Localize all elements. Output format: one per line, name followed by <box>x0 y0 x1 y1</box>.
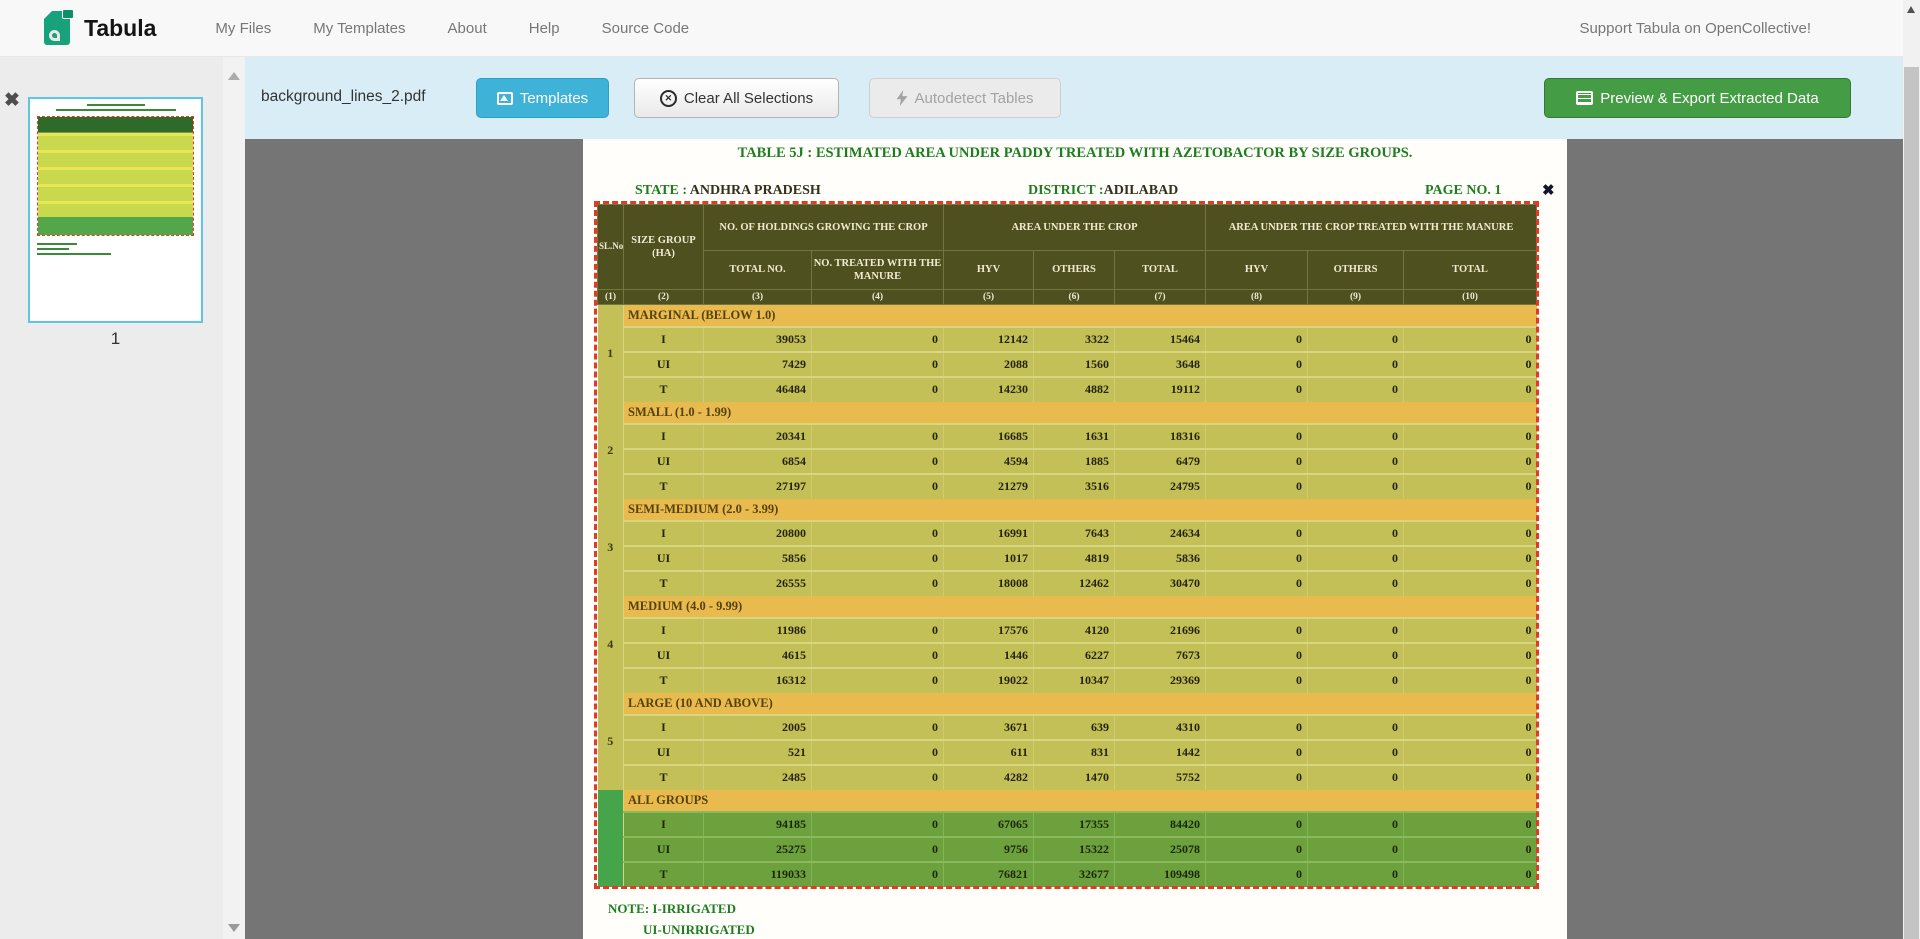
state-value: ANDHRA PRADESH <box>690 183 821 198</box>
scroll-down-icon[interactable] <box>228 924 240 932</box>
thumb-table-footer <box>38 217 193 235</box>
thumb-title-line <box>87 104 145 106</box>
nav-menu: My FilesMy TemplatesAboutHelpSource Code <box>194 0 710 57</box>
remove-selection-icon[interactable]: ✖ <box>1542 181 1555 199</box>
scrollbar-up-icon[interactable] <box>1907 6 1915 13</box>
clear-button-label: Clear All Selections <box>684 90 813 107</box>
browser-scrollbar[interactable] <box>1903 0 1920 939</box>
thumb-table-rows <box>38 133 193 217</box>
navbar: Tabula My FilesMy TemplatesAboutHelpSour… <box>0 0 1903 57</box>
toolbar: background_lines_2.pdf Templates ✕ Clear… <box>245 57 1903 139</box>
page-no-line: PAGE NO. 1 <box>1425 183 1501 199</box>
thumbnail-page-number: 1 <box>28 329 203 349</box>
scrollbar-thumb[interactable] <box>1904 67 1919 939</box>
lightning-icon <box>897 90 908 106</box>
thumb-note-line <box>37 253 111 255</box>
tabula-app: Tabula My FilesMy TemplatesAboutHelpSour… <box>0 0 1920 939</box>
thumb-subtitle-line <box>56 109 176 111</box>
thumb-note-line <box>37 243 77 245</box>
open-filename: background_lines_2.pdf <box>261 88 426 106</box>
support-link[interactable]: Support Tabula on OpenCollective! <box>1579 0 1811 57</box>
template-icon <box>497 92 513 105</box>
pdf-table-title: TABLE 5J : ESTIMATED AREA UNDER PADDY TR… <box>583 145 1567 162</box>
circle-x-icon: ✕ <box>660 90 677 107</box>
remove-file-icon[interactable]: ✖ <box>4 89 20 112</box>
tabula-logo-icon[interactable] <box>44 9 74 47</box>
nav-item-source-code[interactable]: Source Code <box>581 0 711 57</box>
table-selection-box[interactable] <box>594 201 1539 889</box>
nav-item-my-files[interactable]: My Files <box>194 0 292 57</box>
page-thumbnail[interactable] <box>28 97 203 323</box>
nav-item-help[interactable]: Help <box>508 0 581 57</box>
brand-title: Tabula <box>84 15 156 42</box>
note-line: UI-UNIRRIGATED <box>643 922 755 938</box>
scroll-up-icon[interactable] <box>228 72 240 80</box>
preview-export-button[interactable]: Preview & Export Extracted Data <box>1544 78 1851 118</box>
clear-all-selections-button[interactable]: ✕ Clear All Selections <box>634 78 839 118</box>
thumb-table-selection <box>37 116 194 236</box>
thumb-note-line <box>37 248 69 250</box>
lock-icon <box>62 9 74 19</box>
state-label: STATE : <box>635 183 687 198</box>
pdf-curl-icon <box>49 30 60 41</box>
export-button-label: Preview & Export Extracted Data <box>1600 90 1818 107</box>
district-value: ADILABAD <box>1104 183 1179 198</box>
autodetect-tables-button: Autodetect Tables <box>869 78 1061 118</box>
table-icon <box>1576 91 1593 105</box>
templates-button-label: Templates <box>520 90 588 107</box>
state-line: STATE : ANDHRA PRADESH <box>635 183 821 199</box>
thumb-table-header <box>38 117 193 133</box>
nav-item-about[interactable]: About <box>427 0 508 57</box>
nav-item-my-templates[interactable]: My Templates <box>292 0 426 57</box>
pdf-view-area: TABLE 5J : ESTIMATED AREA UNDER PADDY TR… <box>245 139 1903 939</box>
district-line: DISTRICT :ADILABAD <box>1028 183 1178 199</box>
templates-button[interactable]: Templates <box>476 78 609 118</box>
sidebar-scrollbar[interactable] <box>223 57 245 939</box>
note-line: NOTE: I-IRRIGATED <box>608 901 736 917</box>
autodetect-button-label: Autodetect Tables <box>915 90 1034 107</box>
page-thumbnails-sidebar: ✖ 1 <box>0 57 245 939</box>
district-label: DISTRICT : <box>1028 183 1104 198</box>
pdf-page[interactable]: TABLE 5J : ESTIMATED AREA UNDER PADDY TR… <box>583 139 1567 939</box>
